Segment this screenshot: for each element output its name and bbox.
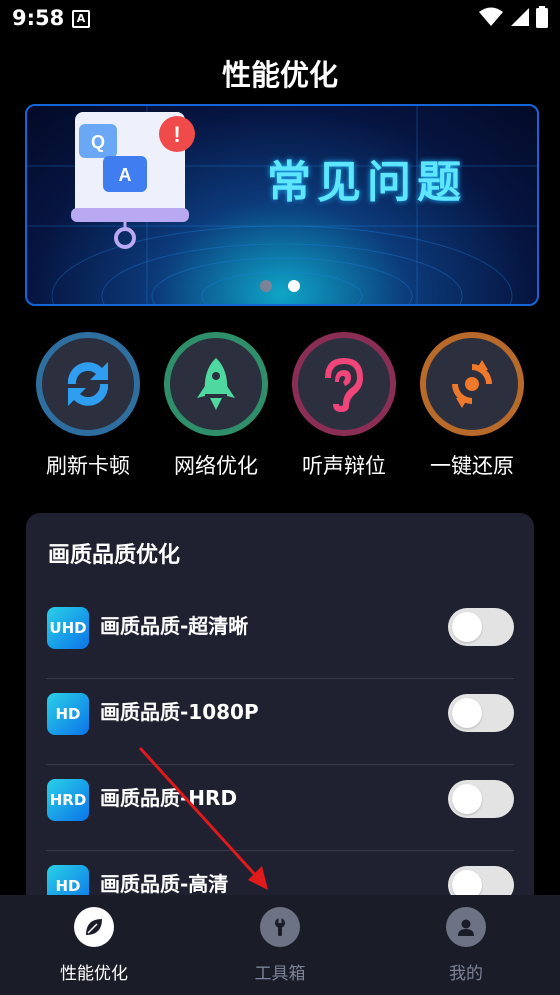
- hd-badge-icon: HD: [47, 693, 89, 735]
- uhd-badge-icon: UHD: [47, 607, 89, 649]
- banner-dot-2[interactable]: [288, 280, 300, 292]
- quality-row-label: 画质品质-1080P: [100, 700, 259, 724]
- toggle-knob: [452, 612, 482, 642]
- nav-item-performance[interactable]: 性能优化: [34, 907, 154, 984]
- nav-item-toolbox[interactable]: 工具箱: [220, 907, 340, 984]
- quick-action-restore-label: 一键还原: [430, 454, 514, 478]
- quick-action-refresh[interactable]: 刷新卡顿: [32, 332, 144, 480]
- restore-icon: [452, 360, 492, 408]
- ear-icon: [325, 358, 363, 412]
- nav-label-performance: 性能优化: [60, 964, 128, 984]
- quick-action-ear[interactable]: 听声辩位: [288, 332, 400, 480]
- quick-action-restore-circle: [420, 332, 524, 436]
- qa-document-illustration: Q A !: [71, 112, 195, 249]
- leaf-icon: [74, 907, 114, 947]
- quick-action-network[interactable]: 网络优化: [160, 332, 272, 480]
- signal-icon: [511, 8, 529, 26]
- quality-row-1080p: HD 画质品质-1080P: [26, 679, 534, 765]
- quality-row-uhd: UHD 画质品质-超清晰: [26, 593, 534, 679]
- quality-hrd-toggle[interactable]: [448, 780, 514, 818]
- quick-action-network-circle: [164, 332, 268, 436]
- refresh-icon: [67, 362, 109, 406]
- banner-dot-1[interactable]: [260, 280, 272, 292]
- hrd-badge-icon: HRD: [47, 779, 89, 821]
- wrench-icon: [260, 907, 300, 947]
- quality-row-hrd: HRD 画质品质-HRD: [26, 765, 534, 851]
- faq-banner[interactable]: Q A ! 常见问题: [25, 104, 539, 306]
- quick-action-ear-label: 听声辩位: [302, 454, 386, 478]
- svg-text:A: A: [119, 165, 132, 185]
- nav-item-mine[interactable]: 我的: [406, 907, 526, 984]
- banner-title: 常见问题: [267, 157, 467, 208]
- quick-action-restore[interactable]: 一键还原: [416, 332, 528, 480]
- page-title: 性能优化: [221, 58, 338, 92]
- quick-action-refresh-circle: [36, 332, 140, 436]
- quality-row-label: 画质品质-高清: [100, 872, 229, 896]
- quality-row-label: 画质品质-超清晰: [100, 614, 249, 638]
- quality-row-label: 画质品质-HRD: [100, 786, 238, 810]
- quick-action-network-label: 网络优化: [174, 454, 258, 478]
- user-icon: [446, 907, 486, 947]
- quality-1080p-toggle[interactable]: [448, 694, 514, 732]
- toggle-knob: [452, 698, 482, 728]
- toggle-knob: [452, 784, 482, 814]
- quality-uhd-toggle[interactable]: [448, 608, 514, 646]
- status-bar: 9:58 A: [0, 0, 560, 40]
- quality-card-title: 画质品质优化: [48, 543, 181, 568]
- bottom-nav: 性能优化 工具箱 我的: [0, 895, 560, 995]
- svg-text:Q: Q: [91, 132, 105, 152]
- notification-a-icon: A: [72, 10, 90, 28]
- rocket-icon: [197, 358, 235, 410]
- nav-label-toolbox: 工具箱: [254, 964, 306, 984]
- quick-action-refresh-label: 刷新卡顿: [46, 454, 130, 478]
- quality-card: 画质品质优化 UHD 画质品质-超清晰 HD 画质品质-1080P HRD 画质…: [26, 513, 534, 933]
- nav-label-mine: 我的: [449, 964, 483, 984]
- status-time: 9:58: [12, 6, 65, 30]
- svg-text:!: !: [173, 122, 180, 147]
- status-indicators: [478, 6, 548, 28]
- battery-icon: [536, 6, 548, 28]
- wifi-icon: [479, 7, 503, 26]
- quick-action-ear-circle: [292, 332, 396, 436]
